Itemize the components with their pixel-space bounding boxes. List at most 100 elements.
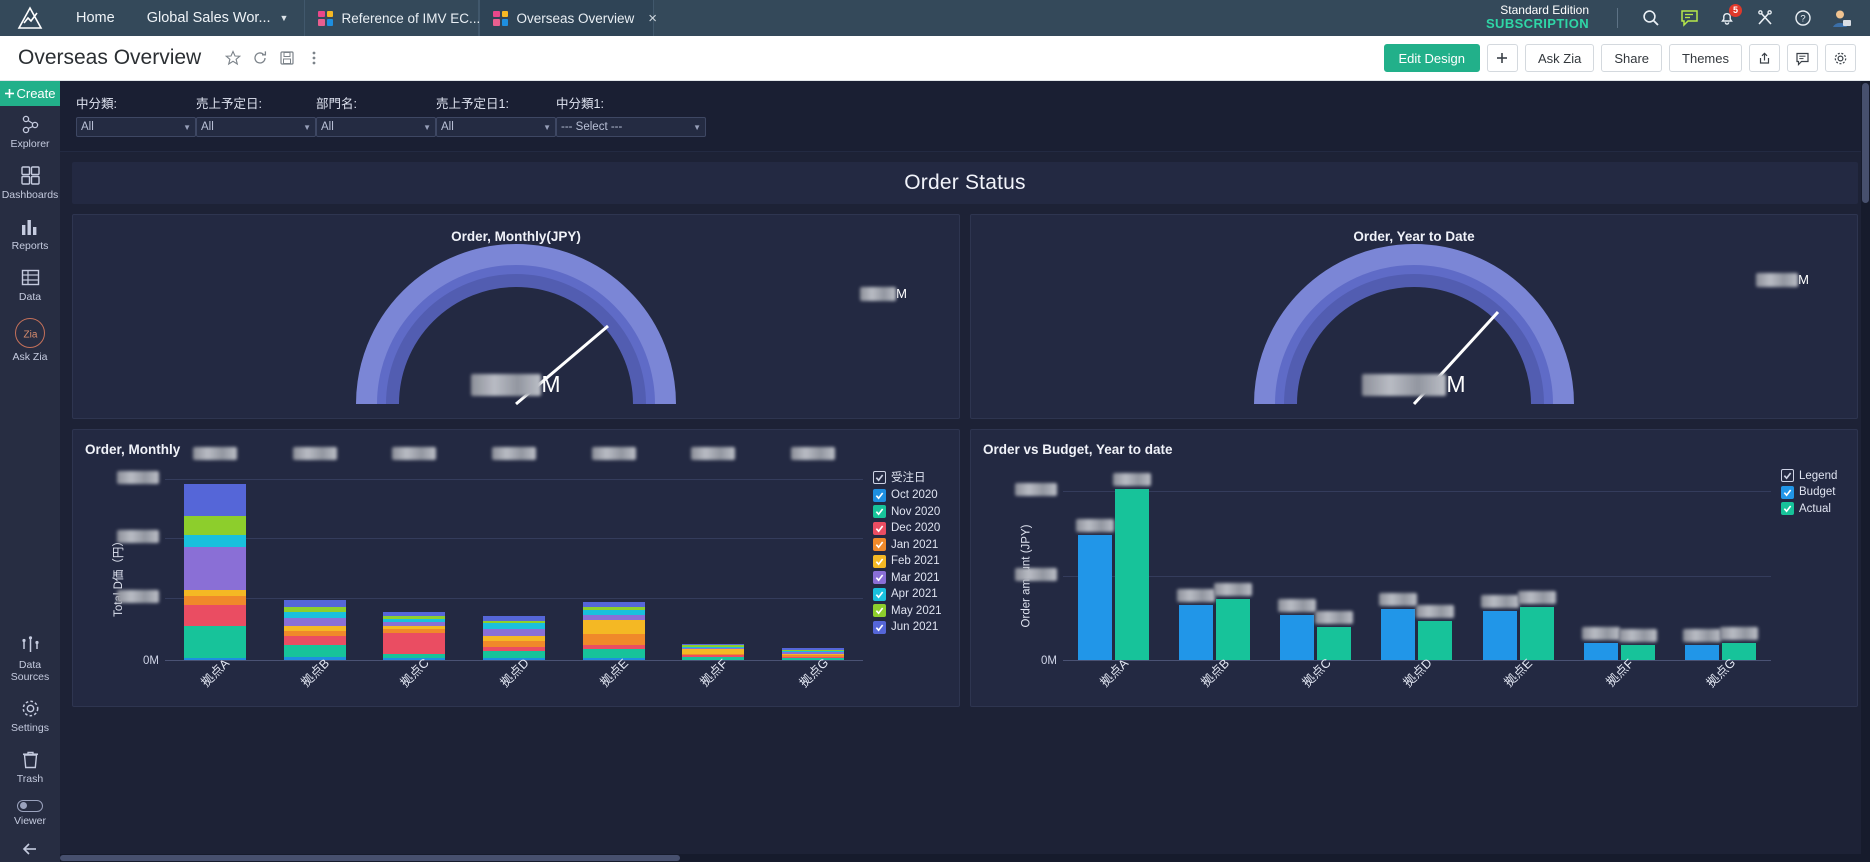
- sidebar-item-settings[interactable]: Settings: [0, 690, 60, 741]
- bar-segment[interactable]: [283, 636, 346, 646]
- chat-icon[interactable]: [1670, 0, 1708, 36]
- legend-checkbox-icon[interactable]: [1781, 485, 1794, 499]
- legend-header-row[interactable]: Legend: [1781, 469, 1857, 482]
- bar-group[interactable]: [1164, 463, 1265, 661]
- themes-button[interactable]: Themes: [1669, 44, 1742, 72]
- bar[interactable]: [1214, 582, 1253, 661]
- bar[interactable]: [1278, 598, 1317, 661]
- app-logo[interactable]: [0, 0, 60, 36]
- legend-item[interactable]: May 2021: [873, 604, 959, 617]
- export-icon[interactable]: [1749, 44, 1780, 72]
- widget-order-monthly[interactable]: Order, Monthly Total D価（円） 0M 拠点A 拠点B 拠点…: [72, 429, 960, 707]
- sidebar-item-data[interactable]: Data: [0, 259, 60, 310]
- sidebar-item-viewer[interactable]: Viewer: [0, 792, 60, 834]
- user-avatar-icon[interactable]: [1822, 0, 1860, 36]
- bar-segment[interactable]: [283, 617, 346, 627]
- legend-checkbox-icon[interactable]: [873, 488, 886, 502]
- legend-item[interactable]: Dec 2020: [873, 521, 959, 535]
- bar-segment[interactable]: [183, 484, 246, 517]
- help-icon[interactable]: ?: [1784, 0, 1822, 36]
- legend-item[interactable]: Apr 2021: [873, 587, 959, 601]
- filter-select[interactable]: All ▼: [436, 117, 556, 137]
- bar[interactable]: [1682, 628, 1721, 661]
- bar-group[interactable]: [1670, 463, 1771, 661]
- stacked-bar[interactable]: [283, 447, 346, 661]
- bar-segment[interactable]: [183, 626, 246, 659]
- sidebar-item-explorer[interactable]: Explorer: [0, 106, 60, 157]
- bar-group[interactable]: [364, 447, 464, 661]
- bar-group[interactable]: [763, 447, 863, 661]
- bar-group[interactable]: [1265, 463, 1366, 661]
- close-icon[interactable]: ×: [648, 11, 657, 26]
- sidebar-collapse-button[interactable]: [0, 834, 60, 862]
- vertical-scrollbar[interactable]: [1861, 81, 1870, 862]
- bar-segment[interactable]: [582, 633, 645, 646]
- bar[interactable]: [1076, 518, 1115, 661]
- bar-group[interactable]: [564, 447, 664, 661]
- legend-item[interactable]: Jan 2021: [873, 538, 959, 551]
- create-button[interactable]: Create: [0, 81, 60, 106]
- edit-design-button[interactable]: Edit Design: [1383, 44, 1480, 72]
- legend-checkbox-icon[interactable]: [873, 620, 886, 634]
- bar-segment[interactable]: [183, 595, 246, 605]
- sidebar-item-trash[interactable]: Trash: [0, 741, 60, 792]
- sidebar-item-data-sources[interactable]: Data Sources: [0, 627, 60, 690]
- legend-header-row[interactable]: 受注日: [873, 469, 959, 485]
- sidebar-item-dashboards[interactable]: Dashboards: [0, 157, 60, 208]
- bar-segment[interactable]: [183, 534, 246, 547]
- bar-group[interactable]: [1366, 463, 1467, 661]
- widget-order-monthly-gauge[interactable]: Order, Monthly(JPY) M M: [72, 214, 960, 419]
- add-button[interactable]: [1486, 44, 1518, 72]
- search-icon[interactable]: [1632, 0, 1670, 36]
- widget-order-vs-budget[interactable]: Order vs Budget, Year to date Order amou…: [970, 429, 1858, 707]
- tools-icon[interactable]: [1746, 0, 1784, 36]
- tab-reference-imv-ec[interactable]: Reference of IMV EC...: [304, 0, 480, 36]
- legend-item[interactable]: Jun 2021: [873, 620, 959, 634]
- save-icon[interactable]: [273, 43, 300, 73]
- bar-group[interactable]: [464, 447, 564, 661]
- legend-checkbox-icon[interactable]: [1781, 502, 1794, 515]
- notification-bell-icon[interactable]: 5: [1708, 0, 1746, 36]
- bar-segment[interactable]: [383, 633, 446, 654]
- bar[interactable]: [1177, 588, 1216, 661]
- bar-group[interactable]: [265, 447, 365, 661]
- sidebar-item-ask-zia[interactable]: Zia Ask Zia: [0, 310, 60, 370]
- bar-group[interactable]: [1569, 463, 1670, 661]
- bar-group[interactable]: [165, 447, 265, 661]
- legend-item[interactable]: Budget: [1781, 485, 1857, 499]
- bar-segment[interactable]: [283, 600, 346, 608]
- legend-item[interactable]: Oct 2020: [873, 488, 959, 502]
- nav-home[interactable]: Home: [60, 0, 131, 36]
- bar[interactable]: [1517, 590, 1556, 661]
- legend-checkbox-icon[interactable]: [873, 521, 886, 535]
- bar-segment[interactable]: [183, 604, 246, 627]
- stacked-bar[interactable]: [483, 447, 546, 661]
- legend-checkbox-icon[interactable]: [873, 571, 886, 584]
- widgets-scroll-area[interactable]: Order Status Order, Monthly(JPY) M M Ord…: [60, 152, 1870, 862]
- bar-group[interactable]: [664, 447, 764, 661]
- bar-segment[interactable]: [283, 645, 346, 657]
- ask-zia-button[interactable]: Ask Zia: [1524, 44, 1595, 72]
- settings-gear-icon[interactable]: [1825, 44, 1856, 72]
- widget-order-ytd-gauge[interactable]: Order, Year to Date M M: [970, 214, 1858, 419]
- legend-checkbox-icon[interactable]: [1781, 469, 1794, 482]
- nav-workspace[interactable]: Global Sales Wor... ▼: [131, 0, 305, 36]
- comment-icon[interactable]: [1787, 44, 1818, 72]
- stacked-bar[interactable]: [383, 447, 446, 661]
- legend-item[interactable]: Nov 2020: [873, 505, 959, 518]
- legend-checkbox-icon[interactable]: [873, 470, 886, 484]
- refresh-icon[interactable]: [246, 43, 273, 73]
- legend-checkbox-icon[interactable]: [873, 604, 886, 617]
- bar[interactable]: [1113, 472, 1152, 661]
- legend-checkbox-icon[interactable]: [873, 554, 886, 568]
- stacked-bar[interactable]: [183, 447, 246, 661]
- filter-select[interactable]: All ▼: [316, 117, 436, 137]
- stacked-bar[interactable]: [582, 447, 645, 661]
- bar[interactable]: [1379, 592, 1418, 661]
- bar-segment[interactable]: [582, 620, 645, 634]
- horizontal-scrollbar[interactable]: [60, 854, 1861, 862]
- filter-select[interactable]: All ▼: [196, 117, 316, 137]
- filter-select[interactable]: All ▼: [76, 117, 196, 137]
- bar[interactable]: [1581, 626, 1620, 661]
- legend-checkbox-icon[interactable]: [873, 505, 886, 518]
